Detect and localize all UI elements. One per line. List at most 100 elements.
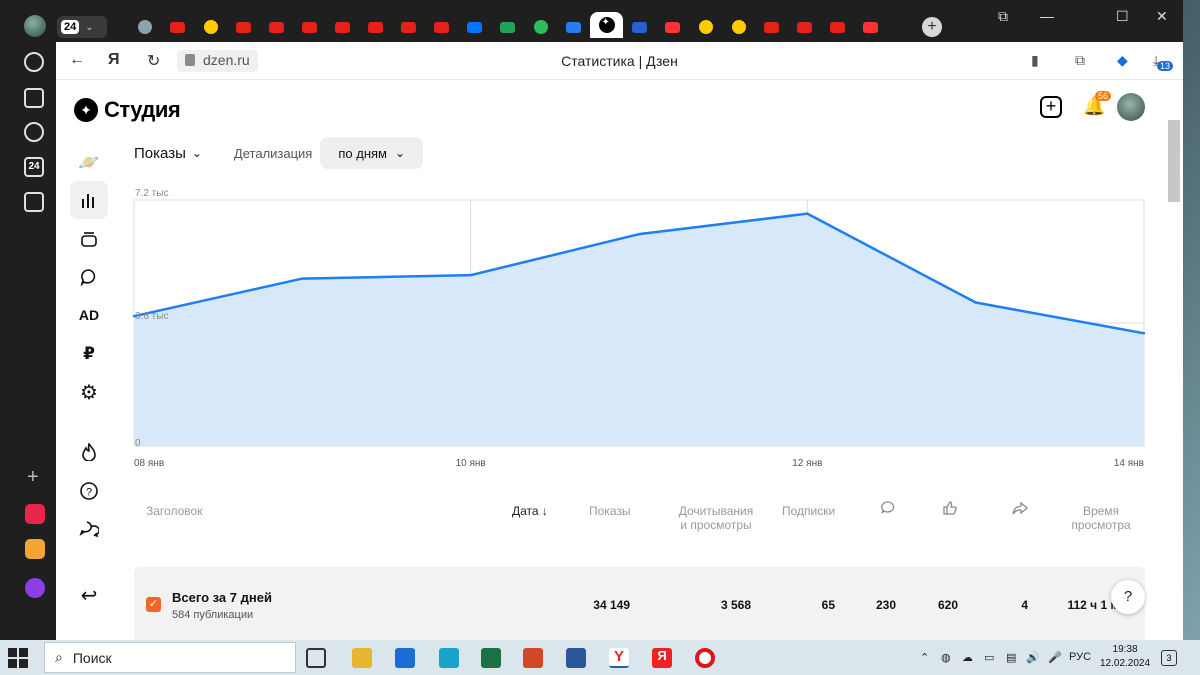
video-icon[interactable] — [24, 122, 44, 142]
tab-blue-chat-13[interactable] — [557, 16, 590, 38]
tab-youtube-6[interactable] — [326, 16, 359, 38]
tab-yandex-music-18[interactable] — [722, 16, 755, 38]
tab-youtube-4[interactable] — [260, 16, 293, 38]
tab-circle-tab-icon-0[interactable] — [128, 16, 161, 38]
task-view-icon[interactable] — [306, 648, 326, 668]
add-panel-icon[interactable]: + — [27, 466, 39, 489]
help-float-button[interactable]: ? — [1111, 580, 1145, 614]
tab-youtube-3[interactable] — [227, 16, 260, 38]
th-title[interactable]: Заголовок — [146, 504, 202, 518]
start-button[interactable] — [8, 648, 28, 668]
notification-center[interactable]: 3 — [1161, 650, 1177, 666]
tray-app-icon[interactable]: ◍ — [941, 651, 951, 664]
word-icon[interactable] — [566, 648, 586, 668]
store-icon[interactable] — [395, 648, 415, 668]
tray-volume-icon[interactable]: 🔊 — [1026, 651, 1040, 664]
translate-icon[interactable]: ⧉ — [1075, 52, 1085, 69]
metric-dropdown[interactable]: Показы ⌄ — [134, 145, 202, 162]
sidebar-item-settings[interactable]: ⚙ — [70, 373, 108, 411]
tab-green-app-11[interactable] — [491, 16, 524, 38]
tab-youtube-7[interactable] — [359, 16, 392, 38]
protect-icon[interactable]: ◆ — [1117, 52, 1128, 69]
tab-youtube-9[interactable] — [425, 16, 458, 38]
tab-count-button[interactable]: 24 ⌄ — [57, 16, 107, 38]
th-shares[interactable] — [1012, 500, 1029, 519]
tab-youtube-5[interactable] — [293, 16, 326, 38]
tab-youtube-21[interactable] — [821, 16, 854, 38]
total-shares: 4 — [1021, 598, 1028, 612]
explorer-icon[interactable] — [352, 648, 372, 668]
chevron-down-icon: ⌄ — [394, 146, 406, 160]
new-tab-button[interactable]: + — [922, 17, 942, 37]
profile-avatar[interactable] — [24, 15, 46, 37]
sidebar-item-trending[interactable] — [70, 433, 108, 471]
powerpoint-icon[interactable] — [523, 648, 543, 668]
taskbar: ⌕ Поиск Y Я ⌃ ◍ ☁ ▭ ▤ 🔊 🎤 РУС 19:38 12.0… — [0, 640, 1200, 675]
bookmark-icon[interactable]: ▮ — [1031, 52, 1039, 69]
tray-mic-icon[interactable]: 🎤 — [1048, 651, 1062, 664]
close-button[interactable]: ✕ — [1156, 8, 1168, 25]
sidebar-item-stats[interactable] — [70, 181, 108, 219]
tab-yandex-browser-16[interactable] — [656, 16, 689, 38]
youtube-icon — [797, 21, 812, 33]
studio-logo[interactable]: ✦ Студия — [74, 97, 181, 123]
tab-mail-15[interactable] — [623, 16, 656, 38]
x-tick-label: 10 янв — [456, 458, 486, 469]
tray-chevron-icon[interactable]: ⌃ — [920, 651, 929, 664]
minimize-button[interactable]: — — [1040, 8, 1054, 24]
tab-dzen-active-14[interactable] — [590, 12, 623, 38]
sidebar-item-ad[interactable]: AD — [70, 296, 108, 334]
scrollbar-thumb[interactable] — [1168, 120, 1180, 202]
sidebar-item-publications[interactable] — [70, 220, 108, 258]
tab-yandex-music-2[interactable] — [194, 16, 227, 38]
th-subs[interactable]: Подписки — [782, 504, 835, 518]
excel-icon[interactable] — [481, 648, 501, 668]
sidebar-item-back[interactable]: ↩ — [70, 576, 108, 614]
tab-green-circle-12[interactable] — [524, 16, 557, 38]
tray-cloud-icon[interactable]: ☁ — [962, 651, 973, 664]
opera-icon[interactable] — [695, 648, 715, 668]
th-reads[interactable]: Дочитывания и просмотры — [676, 504, 756, 532]
tab-vk-10[interactable] — [458, 16, 491, 38]
tray-network-icon[interactable]: ▤ — [1006, 651, 1016, 664]
sidebar-item-comments[interactable] — [70, 258, 108, 296]
address-bar: ← Я ↻ dzen.ru Статистика | Дзен ▮ ⧉ ◆ ⤓ … — [56, 42, 1183, 80]
alice-icon[interactable] — [25, 578, 45, 598]
tab-youtube-19[interactable] — [755, 16, 788, 38]
news24-icon[interactable]: 24 — [24, 157, 44, 177]
th-comments[interactable] — [880, 500, 896, 519]
clock-date: 12.02.2024 — [1100, 658, 1151, 669]
detail-dropdown[interactable]: по дням ⌄ — [320, 137, 424, 169]
collections-icon[interactable] — [24, 88, 44, 108]
ozon-app-icon[interactable] — [25, 504, 45, 524]
total-checkbox[interactable]: ✓ — [146, 597, 161, 612]
language-indicator[interactable]: РУС — [1069, 651, 1091, 663]
tab-yandex-music-17[interactable] — [689, 16, 722, 38]
clock-time: 19:38 — [1112, 644, 1138, 655]
tab-yandex-browser-22[interactable] — [854, 16, 887, 38]
sidebar-item-monetization[interactable]: ₽ — [70, 335, 108, 373]
app-icon-teal[interactable] — [439, 648, 459, 668]
sidebar-item-channel[interactable]: 🪐 — [70, 144, 108, 182]
tray-battery-icon[interactable]: ▭ — [984, 651, 994, 664]
create-button[interactable]: + — [1040, 96, 1062, 118]
clock[interactable]: 19:38 12.02.2024 — [1100, 643, 1150, 671]
screenshot-icon[interactable] — [24, 192, 44, 212]
y-tick-label: 7.2 тыс — [135, 188, 168, 199]
yandex-browser-icon[interactable]: Y — [609, 648, 629, 668]
th-date[interactable]: Дата ↓ — [512, 504, 548, 518]
taskbar-search[interactable]: ⌕ Поиск — [44, 642, 296, 673]
yandex-icon[interactable]: Я — [652, 648, 672, 668]
user-avatar[interactable] — [1117, 93, 1145, 121]
th-views[interactable]: Показы — [589, 504, 630, 518]
tab-youtube-8[interactable] — [392, 16, 425, 38]
tab-youtube-20[interactable] — [788, 16, 821, 38]
th-watch-time[interactable]: Время просмотра — [1066, 504, 1136, 532]
mail-app-icon[interactable] — [25, 539, 45, 559]
th-likes[interactable] — [942, 500, 958, 519]
bookmarks-collections-icon[interactable]: ⧉ — [998, 8, 1008, 25]
history-icon[interactable] — [24, 52, 44, 72]
comment-icon — [881, 501, 895, 514]
maximize-button[interactable]: ☐ — [1116, 8, 1129, 25]
tab-youtube-1[interactable] — [161, 16, 194, 38]
